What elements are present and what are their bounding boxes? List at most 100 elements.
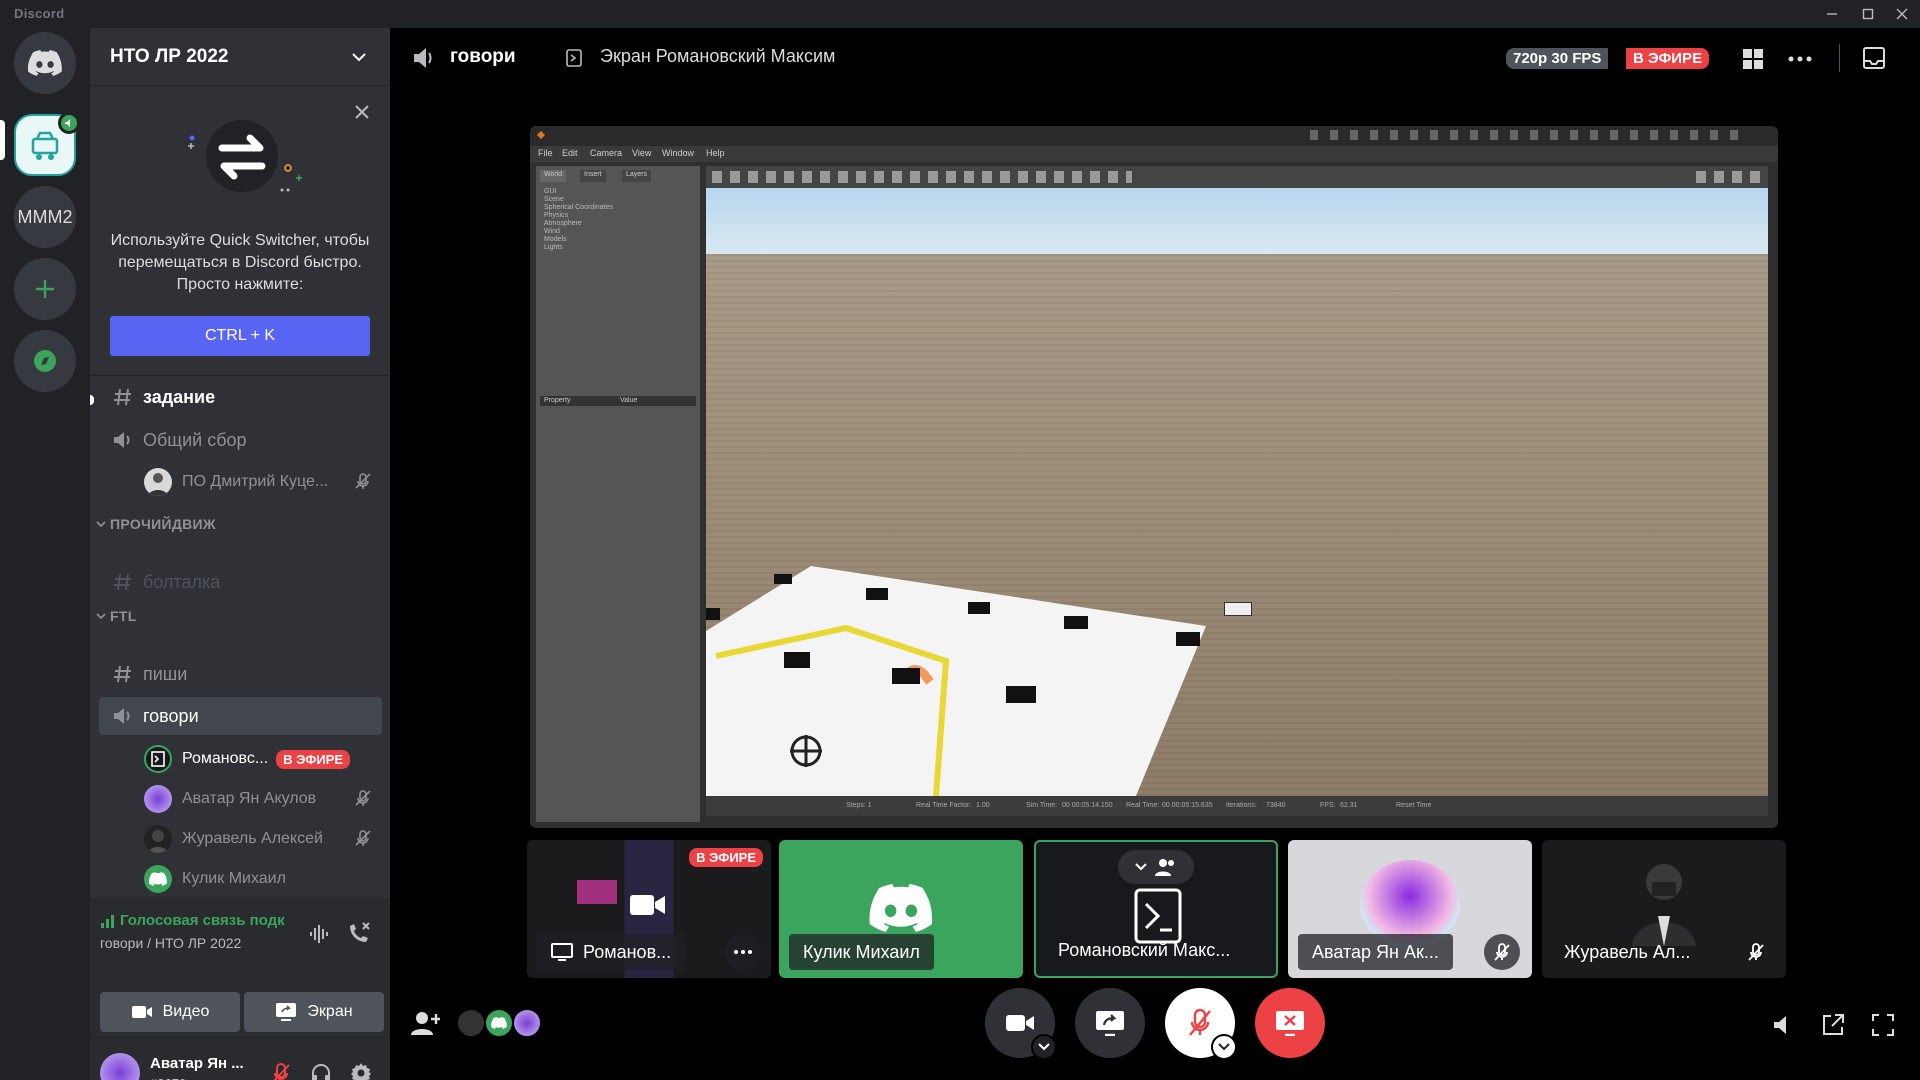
voice-user-zhuravel[interactable]: Журавель Алексей xyxy=(144,821,382,857)
speaker-icon xyxy=(414,48,432,68)
remote-tab-layers: Layers xyxy=(622,170,652,182)
tree-item: Spherical Coordinates xyxy=(544,204,613,211)
account-tag: #3676 xyxy=(150,1076,186,1080)
explore-button[interactable] xyxy=(14,330,76,392)
channel-label: болталка xyxy=(143,571,221,592)
shared-screen[interactable]: File Edit Camera View Window Help World … xyxy=(530,126,1778,828)
tile-kulik[interactable]: Кулик Михаил xyxy=(779,840,1023,978)
popout-icon xyxy=(1823,1014,1844,1035)
category-ftl[interactable]: FTL xyxy=(96,608,137,624)
voice-user-kulik[interactable]: Кулик Михаил xyxy=(144,861,382,897)
volume-button[interactable] xyxy=(1768,1010,1798,1040)
participant-avatar xyxy=(512,1008,542,1038)
inbox-icon[interactable] xyxy=(1862,46,1886,70)
chevron-down-icon xyxy=(1218,1043,1230,1051)
avatar[interactable] xyxy=(100,1053,140,1080)
mic-muted-icon xyxy=(1748,943,1764,961)
remote-world-panel: World Insert Layers GUI Scene Spherical … xyxy=(536,166,700,822)
guild-header[interactable]: НТО ЛР 2022 xyxy=(90,28,390,86)
share-screen-button[interactable] xyxy=(1075,988,1145,1058)
tile-label: Кулик Михаил xyxy=(789,934,934,970)
screen-share-icon xyxy=(276,1003,297,1021)
stage-header: говори Экран Романовский Максим 720p 30 … xyxy=(390,28,1920,88)
close-window-icon[interactable] xyxy=(1882,0,1920,28)
user-name: Кулик Михаил xyxy=(182,870,286,887)
channel-govori[interactable]: говори xyxy=(99,697,382,735)
tile-label: Аватар Ян Ак... xyxy=(1298,934,1453,970)
status-text: 00 00:05:15.635 xyxy=(1162,802,1213,809)
channel-pishi[interactable]: пиши xyxy=(99,655,382,693)
voice-user-romanovsky[interactable]: Романовс... В ЭФИРЕ xyxy=(144,741,382,777)
tree-item: GUI xyxy=(544,188,557,195)
tile-mute-indicator xyxy=(1484,934,1520,970)
voice-user[interactable]: ПО Дмитрий Куце... xyxy=(144,464,382,500)
mic-muted-icon xyxy=(273,1062,290,1080)
screen-label: Экран xyxy=(307,1003,353,1020)
mic-options-button[interactable] xyxy=(1211,1034,1237,1060)
tile-akulov[interactable]: Аватар Ян Ак... xyxy=(1288,840,1532,978)
tile-zhuravel[interactable]: Журавель Ал... xyxy=(1542,840,1786,978)
category-prochiydvizh[interactable]: ПРОЧИЙДВИЖ xyxy=(96,516,216,532)
voice-status[interactable]: Голосовая связь подк xyxy=(100,912,300,929)
remote-topbar xyxy=(530,126,1778,146)
avatar xyxy=(1632,864,1696,946)
screen-share-icon xyxy=(1096,1011,1124,1036)
tile-more-button[interactable] xyxy=(725,934,761,970)
camera-button[interactable] xyxy=(985,988,1057,1060)
server-mmm2-label: MMM2 xyxy=(17,206,73,227)
stop-stream-button[interactable] xyxy=(1255,988,1325,1058)
server-nto[interactable] xyxy=(14,112,80,176)
disconnect-icon[interactable] xyxy=(346,920,372,946)
chevron-down-icon xyxy=(352,53,366,62)
channel-zadanie[interactable]: задание xyxy=(99,378,382,416)
screen-button[interactable]: Экран xyxy=(244,992,384,1032)
tile-participants-button[interactable] xyxy=(1118,850,1194,884)
screen-share-badge-icon xyxy=(566,49,582,67)
speaker-icon xyxy=(111,704,135,728)
server-mmm2[interactable]: MMM2 xyxy=(14,186,76,248)
user-name: ПО Дмитрий Куце... xyxy=(182,473,329,490)
minimize-icon[interactable] xyxy=(1812,0,1852,28)
remote-tab-world: World xyxy=(540,170,567,182)
add-server-button[interactable] xyxy=(14,258,76,320)
account-name: Аватар Ян ... xyxy=(150,1055,244,1072)
live-badge: В ЭФИРЕ xyxy=(1626,48,1710,69)
channel-label: пиши xyxy=(143,663,188,684)
status-text: 00 00:05:14.150 xyxy=(1062,802,1113,809)
hash-icon xyxy=(111,385,135,409)
popout-button[interactable] xyxy=(1818,1010,1848,1040)
live-badge: В ЭФИРЕ xyxy=(689,848,763,867)
channel-boltalka[interactable]: болталка xyxy=(99,563,382,601)
grid-layout-icon[interactable] xyxy=(1742,48,1764,70)
headphones-button[interactable] xyxy=(308,1060,334,1080)
status-text: 62.31 xyxy=(1340,802,1358,809)
noise-suppression-icon[interactable] xyxy=(308,922,332,946)
hash-icon xyxy=(111,570,135,594)
tile-romanovsky[interactable]: Романовский Макс... xyxy=(1034,840,1278,978)
tree-item: Scene xyxy=(544,196,564,203)
tile-mute-indicator xyxy=(1738,934,1774,970)
tile-romanovsky-stream[interactable]: В ЭФИРЕ Романов... xyxy=(527,840,771,978)
settings-button[interactable] xyxy=(348,1060,374,1080)
fullscreen-button[interactable] xyxy=(1868,1010,1898,1040)
voice-user-akulov[interactable]: Аватар Ян Акулов xyxy=(144,781,382,817)
account-panel: Аватар Ян ... #3676 xyxy=(90,1038,390,1080)
avatar xyxy=(144,865,172,893)
mic-muted-button[interactable] xyxy=(268,1060,294,1080)
ctrl-k-button[interactable]: CTRL + K xyxy=(110,316,370,356)
app-title: Discord xyxy=(14,6,65,21)
add-user-icon[interactable] xyxy=(410,1010,440,1036)
home-button[interactable] xyxy=(14,32,76,94)
participant-avatar xyxy=(456,1008,486,1038)
close-icon[interactable] xyxy=(354,104,370,120)
chevron-down-icon xyxy=(1135,863,1147,871)
user-name: Журавель Алексей xyxy=(182,830,323,847)
voice-channel-path[interactable]: говори / НТО ЛР 2022 xyxy=(100,935,241,951)
speaker-badge-icon xyxy=(58,112,80,134)
more-options-icon[interactable] xyxy=(1788,56,1812,62)
mute-button[interactable] xyxy=(1165,988,1237,1060)
tree-item: Atmosphere xyxy=(544,220,582,227)
channel-obshiy-sbor[interactable]: Общий сбор xyxy=(99,421,382,459)
camera-options-button[interactable] xyxy=(1031,1034,1057,1060)
video-button[interactable]: Видео xyxy=(100,992,240,1032)
